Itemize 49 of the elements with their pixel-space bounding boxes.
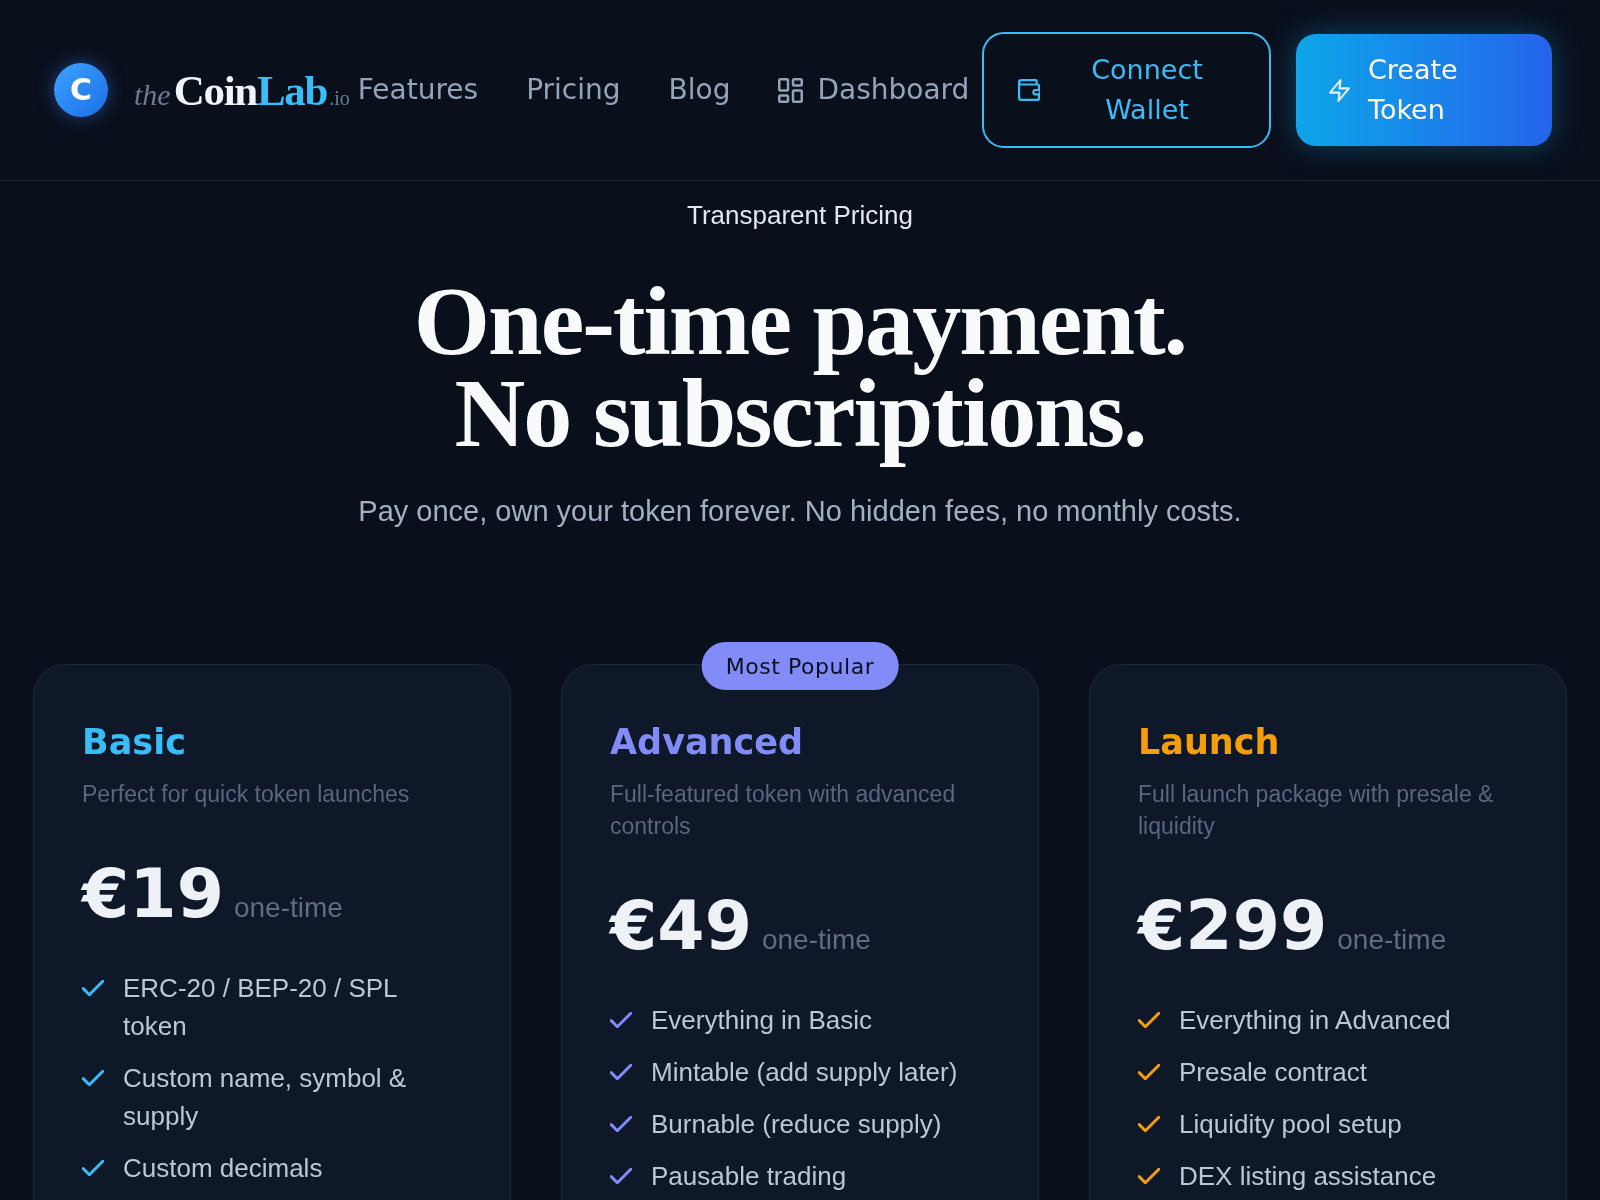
check-icon (1138, 1116, 1160, 1132)
feature-text: DEX listing assistance (1179, 1160, 1437, 1193)
nav-link[interactable]: Pricing (526, 76, 621, 104)
check-icon (1138, 1168, 1160, 1184)
plan-description: Perfect for quick token launches (82, 780, 411, 809)
plan-name: Launch (1138, 721, 1281, 763)
check-icon (610, 1012, 632, 1028)
check-icon (1138, 1012, 1160, 1028)
feature-text: Custom decimals (123, 1152, 323, 1185)
plan-name: Basic (82, 721, 187, 763)
check-icon (610, 1064, 632, 1080)
feature-text: Mintable (add supply later) (651, 1056, 958, 1089)
featured-tag: Most Popular (701, 642, 899, 690)
feature-text: Custom name, symbol & supply (123, 1062, 408, 1133)
connect-wallet-button[interactable]: Connect Wallet (982, 32, 1271, 148)
plan-price: €49 (610, 890, 752, 962)
plan-description: Full-featured token with advanced controls (610, 780, 957, 841)
check-icon (1138, 1064, 1160, 1080)
feature-text: ERC-20 / BEP-20 / SPL token (123, 972, 398, 1043)
feature-text: Liquidity pool setup (1179, 1108, 1402, 1141)
feature-text: Everything in Advanced (1179, 1004, 1451, 1037)
plan-name: Advanced (610, 721, 805, 763)
hero-subtitle: Pay once, own your token forever. No hidden fees, no monthly costs. (358, 494, 1242, 529)
check-icon (610, 1116, 632, 1132)
nav-link[interactable]: Features (357, 76, 479, 104)
price-period: one-time (233, 891, 343, 925)
check-icon (82, 1160, 104, 1176)
section-eyebrow: Transparent Pricing (687, 199, 913, 232)
nav-link[interactable]: Dashboard (778, 76, 970, 104)
plan-price: €19 (82, 858, 224, 930)
price-period: one-time (761, 923, 871, 957)
lightning-bolt-icon (1329, 78, 1350, 102)
plan-description: Full launch package with presale & liquidity (1138, 780, 1495, 841)
feature-text: Everything in Basic (651, 1004, 873, 1037)
headline: One-time payment. No subscriptions. (413, 266, 1187, 469)
nav-link[interactable]: Blog (668, 76, 731, 104)
logo-wordmark: theCoinLab.io (134, 68, 350, 112)
check-icon (82, 1070, 104, 1086)
check-icon (82, 980, 104, 996)
wallet-icon (1018, 79, 1040, 101)
check-icon (610, 1168, 632, 1184)
feature-text: Presale contract (1179, 1056, 1367, 1089)
dashboard-icon (778, 77, 804, 103)
logo-mark: C (54, 63, 108, 117)
plan-price: €299 (1138, 890, 1328, 962)
feature-text: Pausable trading (651, 1160, 847, 1193)
create-token-button[interactable]: Create Token (1296, 34, 1552, 146)
price-period: one-time (1337, 923, 1447, 957)
feature-text: Burnable (reduce supply) (651, 1108, 942, 1141)
